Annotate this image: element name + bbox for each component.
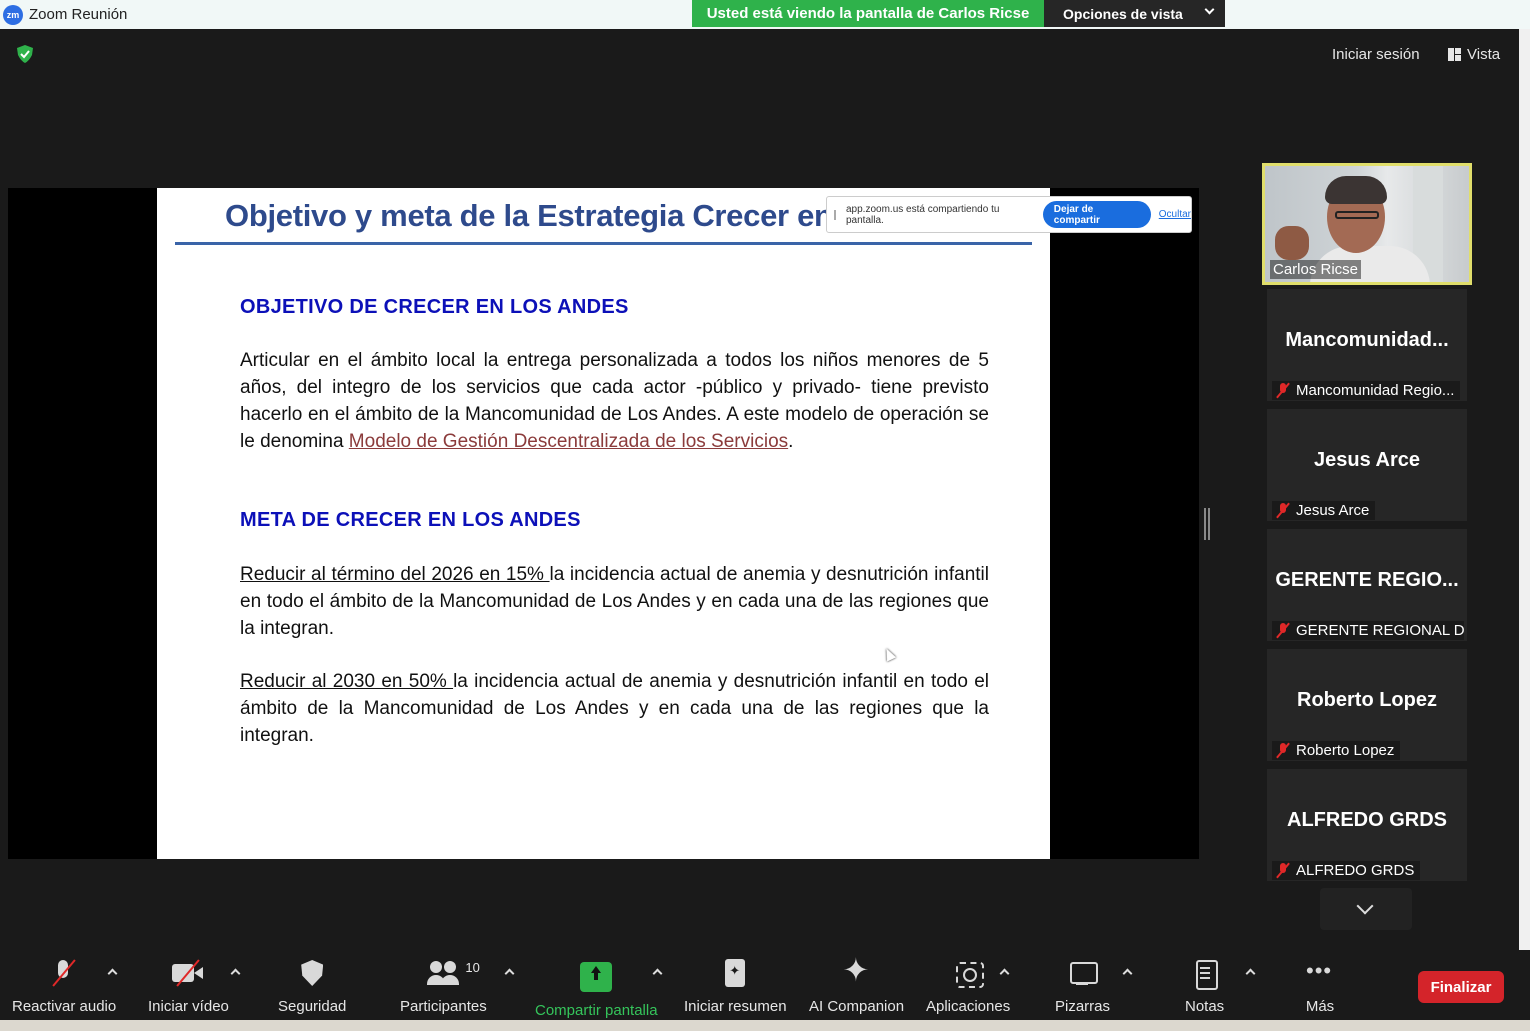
notes-button[interactable]: Notas <box>1185 958 1224 1015</box>
stop-sharing-button[interactable]: Dejar de compartir <box>1042 201 1151 228</box>
participant-display-name: Mancomunidad... <box>1285 329 1449 351</box>
more-button[interactable]: Más <box>1304 958 1336 1015</box>
participant-tile[interactable]: Jesus Arce Jesus Arce <box>1267 409 1467 521</box>
active-speaker-video[interactable]: Carlos Ricse <box>1262 163 1472 285</box>
participant-tile[interactable]: GERENTE REGIO... GERENTE REGIONAL D... <box>1267 529 1467 641</box>
drag-handle-icon[interactable] <box>834 209 836 220</box>
whiteboards-button[interactable]: Pizarras <box>1055 958 1110 1015</box>
presentation-slide: Objetivo y meta de la Estrategia Crecer … <box>157 188 1050 859</box>
chevron-down-icon <box>1204 4 1215 15</box>
shield-check-icon[interactable] <box>16 45 34 63</box>
apps-label: Aplicaciones <box>926 998 1011 1015</box>
start-summary-label: Iniciar resumen <box>684 998 787 1015</box>
ai-sparkle-icon <box>841 954 873 988</box>
participant-display-name: Roberto Lopez <box>1297 689 1437 711</box>
security-shield-icon <box>296 958 328 988</box>
window-edge <box>1519 29 1530 1020</box>
view-options-label: Opciones de vista <box>1063 5 1183 22</box>
start-video-label: Iniciar vídeo <box>148 998 229 1015</box>
window-title: Zoom Reunión <box>29 6 128 23</box>
panel-splitter[interactable] <box>1204 508 1210 540</box>
whiteboards-label: Pizarras <box>1055 998 1111 1015</box>
participants-button[interactable]: 10 Participantes <box>400 958 487 1015</box>
security-button[interactable]: Seguridad <box>278 958 346 1015</box>
zoom-logo-icon: zm <box>3 4 23 25</box>
goal-paragraph-2: Reducir al 2030 en 50% la incidencia act… <box>240 671 989 746</box>
share-notice-text: app.zoom.us está compartiendo tu pantall… <box>846 203 1000 226</box>
signin-button[interactable]: Iniciar sesión <box>1320 40 1432 68</box>
view-options-dropdown[interactable]: Opciones de vista <box>1044 0 1225 27</box>
model-link[interactable]: Modelo de Gestión Descentralizada de los… <box>349 431 788 452</box>
share-screen-icon <box>580 962 613 992</box>
end-meeting-button[interactable]: Finalizar <box>1418 971 1504 1003</box>
hide-link[interactable]: Ocultar <box>1159 209 1191 220</box>
slide-title: Objetivo y meta de la Estrategia Crecer … <box>225 198 833 233</box>
participant-tile[interactable]: Roberto Lopez Roberto Lopez <box>1267 649 1467 761</box>
ai-companion-button[interactable]: AI Companion <box>809 954 905 1015</box>
objective-heading: OBJETIVO DE CRECER EN LOS ANDES <box>240 296 629 318</box>
participant-display-name: ALFREDO GRDS <box>1287 809 1447 831</box>
security-label: Seguridad <box>278 998 347 1015</box>
apps-icon <box>952 958 985 988</box>
view-button-label: Vista <box>1467 45 1501 63</box>
participant-label: Mancomunidad Regio... <box>1272 381 1461 400</box>
viewing-screen-banner: Usted está viendo la pantalla de Carlos … <box>692 0 1044 27</box>
participants-count: 10 <box>465 960 480 975</box>
participant-label: GERENTE REGIONAL D... <box>1272 621 1464 640</box>
summary-icon <box>719 958 751 988</box>
participant-label: Roberto Lopez <box>1272 741 1401 760</box>
meeting-toolbar: Reactivar audio Iniciar vídeo Seguridad … <box>0 950 1530 1020</box>
goal-heading: META DE CRECER EN LOS ANDES <box>240 509 581 531</box>
video-hand <box>1275 226 1309 260</box>
apps-button[interactable]: Aplicaciones <box>926 958 1010 1015</box>
participants-icon: 10 <box>427 958 480 988</box>
participant-label: ALFREDO GRDS <box>1272 861 1421 880</box>
mic-off-icon <box>1276 862 1290 879</box>
camera-off-icon <box>172 958 204 988</box>
mic-off-icon <box>1276 382 1290 399</box>
video-glasses <box>1335 211 1379 219</box>
participant-tile[interactable]: ALFREDO GRDS ALFREDO GRDS <box>1267 769 1467 881</box>
video-hair <box>1325 176 1387 204</box>
view-button[interactable]: Vista <box>1440 40 1508 68</box>
participant-display-name: GERENTE REGIO... <box>1275 569 1459 591</box>
goal-paragraph-1: Reducir al término del 2026 en 15% la in… <box>240 564 989 639</box>
participant-label: Jesus Arce <box>1272 501 1376 520</box>
start-summary-button[interactable]: Iniciar resumen <box>684 958 787 1015</box>
view-grid-icon <box>1448 47 1461 61</box>
mic-off-icon <box>1276 622 1290 639</box>
gallery-next-button[interactable] <box>1320 888 1412 930</box>
video-name-label: Carlos Ricse <box>1270 260 1362 279</box>
share-screen-button[interactable]: Compartir pantalla <box>535 958 658 1019</box>
start-video-button[interactable]: Iniciar vídeo <box>148 958 229 1015</box>
whiteboards-options-caret[interactable] <box>1122 968 1133 979</box>
participant-display-name: Jesus Arce <box>1314 449 1420 471</box>
objective-paragraph: Articular en el ámbito local la entrega … <box>240 350 989 452</box>
share-screen-label: Compartir pantalla <box>535 1002 658 1019</box>
notes-options-caret[interactable] <box>1245 968 1256 979</box>
more-label: Más <box>1305 998 1335 1015</box>
mic-off-icon <box>1276 742 1290 759</box>
notes-icon <box>1189 958 1221 990</box>
participants-label: Participantes <box>400 998 487 1015</box>
video-options-caret[interactable] <box>230 968 241 979</box>
unmute-audio-label: Reactivar audio <box>12 998 117 1015</box>
slide-title-rule <box>175 242 1032 245</box>
notes-label: Notas <box>1185 998 1225 1015</box>
more-icon <box>1304 958 1336 988</box>
participant-tile[interactable]: Mancomunidad... Mancomunidad Regio... <box>1267 289 1467 401</box>
whiteboard-icon <box>1067 958 1099 988</box>
screen-share-notice: app.zoom.us está compartiendo tu pantall… <box>826 196 1192 233</box>
mic-off-icon <box>1276 502 1290 519</box>
ai-companion-label: AI Companion <box>809 998 905 1015</box>
taskbar-strip <box>0 1020 1530 1031</box>
mic-off-icon <box>48 958 80 988</box>
unmute-audio-button[interactable]: Reactivar audio <box>12 958 116 1015</box>
participants-options-caret[interactable] <box>504 968 515 979</box>
chevron-down-icon <box>1356 897 1374 915</box>
